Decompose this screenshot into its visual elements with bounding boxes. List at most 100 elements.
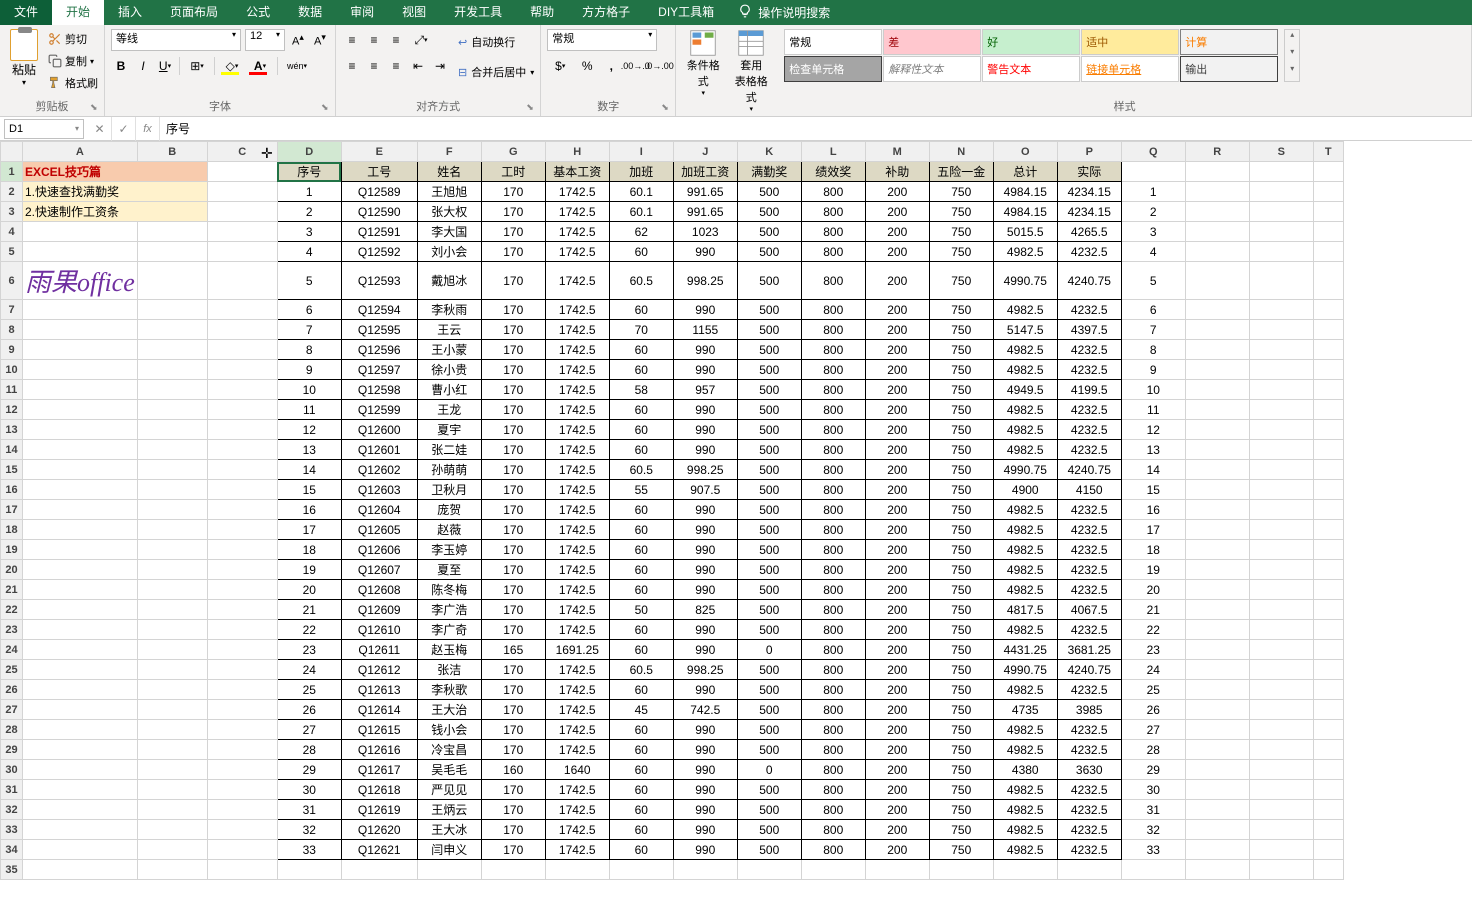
cell-H5[interactable]: 1742.5 [545, 242, 609, 262]
tab-4[interactable]: 数据 [284, 0, 336, 25]
cell-N31[interactable]: 750 [929, 780, 993, 800]
cell-R35[interactable] [1185, 860, 1249, 880]
cell-O20[interactable]: 4982.5 [993, 560, 1057, 580]
cell-S7[interactable] [1249, 300, 1313, 320]
cell-T9[interactable] [1313, 340, 1343, 360]
cell-N22[interactable]: 750 [929, 600, 993, 620]
cell-E19[interactable]: Q12606 [341, 540, 417, 560]
cell-C3[interactable] [207, 202, 277, 222]
cell-S3[interactable] [1249, 202, 1313, 222]
cell-J26[interactable]: 990 [673, 680, 737, 700]
cell-O5[interactable]: 4982.5 [993, 242, 1057, 262]
cell-N9[interactable]: 750 [929, 340, 993, 360]
cell-B13[interactable] [137, 420, 207, 440]
cell-I29[interactable]: 60 [609, 740, 673, 760]
cell-A14[interactable] [23, 440, 138, 460]
select-all-corner[interactable] [1, 142, 23, 162]
cell-I19[interactable]: 60 [609, 540, 673, 560]
cell-K31[interactable]: 500 [737, 780, 801, 800]
cell-M10[interactable]: 200 [865, 360, 929, 380]
cell-G12[interactable]: 170 [481, 400, 545, 420]
underline-button[interactable]: U▾ [155, 55, 175, 77]
col-header-R[interactable]: R [1185, 142, 1249, 162]
cell-N3[interactable]: 750 [929, 202, 993, 222]
cell-E9[interactable]: Q12596 [341, 340, 417, 360]
cell-E14[interactable]: Q12601 [341, 440, 417, 460]
wrap-text-button[interactable]: ↩ 自动换行 [458, 29, 534, 55]
row-header-4[interactable]: 4 [1, 222, 23, 242]
cell-F24[interactable]: 赵玉梅 [417, 640, 481, 660]
cell-O24[interactable]: 4431.25 [993, 640, 1057, 660]
cell-H6[interactable]: 1742.5 [545, 262, 609, 300]
cell-K32[interactable]: 500 [737, 800, 801, 820]
cell-I24[interactable]: 60 [609, 640, 673, 660]
cell-R25[interactable] [1185, 660, 1249, 680]
cell-C35[interactable] [207, 860, 277, 880]
cell-M7[interactable]: 200 [865, 300, 929, 320]
cell-L3[interactable]: 800 [801, 202, 865, 222]
cell-I10[interactable]: 60 [609, 360, 673, 380]
style-cell-5[interactable]: 检查单元格 [784, 56, 882, 82]
cell-I31[interactable]: 60 [609, 780, 673, 800]
cell-F21[interactable]: 陈冬梅 [417, 580, 481, 600]
cell-N26[interactable]: 750 [929, 680, 993, 700]
cell-I8[interactable]: 70 [609, 320, 673, 340]
cell-M17[interactable]: 200 [865, 500, 929, 520]
increase-decimal-button[interactable]: .00→.0 [625, 55, 645, 77]
cell-E5[interactable]: Q12592 [341, 242, 417, 262]
cell-L30[interactable]: 800 [801, 760, 865, 780]
cell-C10[interactable] [207, 360, 277, 380]
cell-J23[interactable]: 990 [673, 620, 737, 640]
bold-button[interactable]: B [111, 55, 131, 77]
cell-R12[interactable] [1185, 400, 1249, 420]
cell-P20[interactable]: 4232.5 [1057, 560, 1121, 580]
cell-S12[interactable] [1249, 400, 1313, 420]
cell-M24[interactable]: 200 [865, 640, 929, 660]
cell-O11[interactable]: 4949.5 [993, 380, 1057, 400]
cell-O10[interactable]: 4982.5 [993, 360, 1057, 380]
format-painter-button[interactable]: 格式刷 [48, 73, 98, 93]
row-header-19[interactable]: 19 [1, 540, 23, 560]
cell-M8[interactable]: 200 [865, 320, 929, 340]
cell-J5[interactable]: 990 [673, 242, 737, 262]
cell-H32[interactable]: 1742.5 [545, 800, 609, 820]
cell-M35[interactable] [865, 860, 929, 880]
cell-R13[interactable] [1185, 420, 1249, 440]
cell-S20[interactable] [1249, 560, 1313, 580]
cell-I7[interactable]: 60 [609, 300, 673, 320]
cell-K22[interactable]: 500 [737, 600, 801, 620]
comma-button[interactable]: , [601, 55, 621, 77]
style-cell-1[interactable]: 差 [883, 29, 981, 55]
cell-P3[interactable]: 4234.15 [1057, 202, 1121, 222]
cell-R14[interactable] [1185, 440, 1249, 460]
cell-I9[interactable]: 60 [609, 340, 673, 360]
row-header-14[interactable]: 14 [1, 440, 23, 460]
cell-N1[interactable]: 五险一金 [929, 162, 993, 182]
cell-E26[interactable]: Q12613 [341, 680, 417, 700]
tab-1[interactable]: 插入 [104, 0, 156, 25]
cell-D22[interactable]: 21 [277, 600, 341, 620]
cell-G31[interactable]: 170 [481, 780, 545, 800]
cell-J32[interactable]: 990 [673, 800, 737, 820]
cell-L4[interactable]: 800 [801, 222, 865, 242]
format-as-table-button[interactable]: 套用 表格格式▾ [730, 29, 772, 113]
cell-M30[interactable]: 200 [865, 760, 929, 780]
cell-G28[interactable]: 170 [481, 720, 545, 740]
cell-R10[interactable] [1185, 360, 1249, 380]
cell-L6[interactable]: 800 [801, 262, 865, 300]
cell-A34[interactable] [23, 840, 138, 860]
cell-H24[interactable]: 1691.25 [545, 640, 609, 660]
cell-G29[interactable]: 170 [481, 740, 545, 760]
row-header-28[interactable]: 28 [1, 720, 23, 740]
cell-C2[interactable] [207, 182, 277, 202]
style-cell-7[interactable]: 警告文本 [982, 56, 1080, 82]
cell-M25[interactable]: 200 [865, 660, 929, 680]
cell-B31[interactable] [137, 780, 207, 800]
decrease-decimal-button[interactable]: .0→.00 [649, 55, 669, 77]
cell-J12[interactable]: 990 [673, 400, 737, 420]
cell-C4[interactable] [207, 222, 277, 242]
cell-L21[interactable]: 800 [801, 580, 865, 600]
cell-C15[interactable] [207, 460, 277, 480]
cell-N25[interactable]: 750 [929, 660, 993, 680]
cell-E27[interactable]: Q12614 [341, 700, 417, 720]
